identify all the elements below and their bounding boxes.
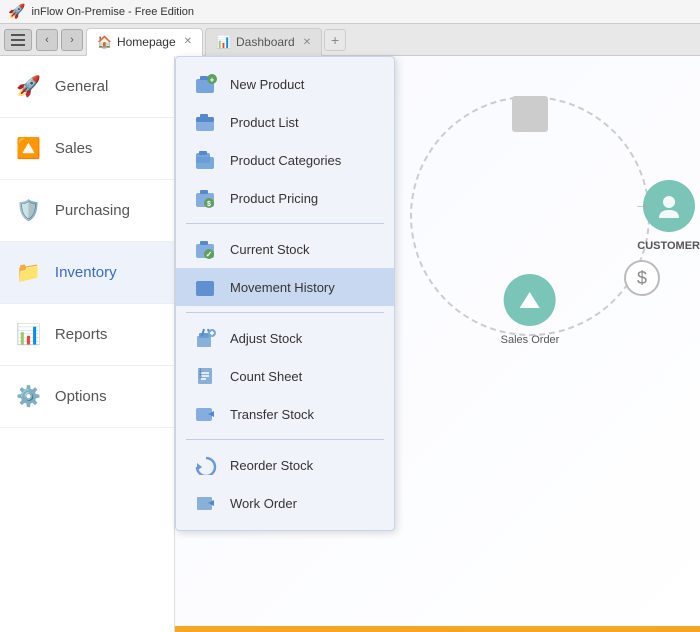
transfer-stock-icon [192,403,220,425]
product-pricing-icon: $ [192,187,220,209]
homepage-tab-label: Homepage [117,35,176,49]
customer-label: CUSTOMER [637,240,700,252]
reorder-stock-icon [192,454,220,476]
sidebar-label-sales: Sales [55,140,93,157]
sidebar: 🚀 General 🔼 Sales 🛡️ Purchasing 📁 Invent… [0,56,175,632]
sidebar-item-purchasing[interactable]: 🛡️ Purchasing [0,180,174,242]
work-order-label: Work Order [230,496,297,511]
sidebar-item-inventory[interactable]: 📁 Inventory [0,242,174,304]
menu-item-new-product[interactable]: + New Product [176,65,394,103]
divider-1 [186,223,384,224]
diagram-node-dollar: $ [624,260,660,296]
new-product-label: New Product [230,77,304,92]
menu-item-movement-history[interactable]: Movement History [176,268,394,306]
work-order-icon [192,492,220,514]
diagram-node-top [512,96,548,132]
product-categories-icon [192,149,220,171]
inventory-icon: 📁 [16,260,41,285]
current-stock-label: Current Stock [230,242,309,257]
product-list-label: Product List [230,115,299,130]
diagram-arrow: → [634,196,650,214]
transfer-stock-label: Transfer Stock [230,407,314,422]
forward-button[interactable]: › [61,29,83,51]
inventory-dropdown-menu: + New Product Product List [175,56,395,531]
options-icon: ⚙️ [16,384,41,409]
menu-item-adjust-stock[interactable]: Adjust Stock [176,319,394,357]
svg-text:+: + [210,76,215,85]
diagram-node-sales-order: Sales Order [501,274,560,346]
new-tab-button[interactable]: + [324,29,346,51]
sidebar-item-reports[interactable]: 📊 Reports [0,304,174,366]
sales-icon: 🔼 [16,136,41,161]
count-sheet-label: Count Sheet [230,369,302,384]
menu-item-product-pricing[interactable]: $ Product Pricing [176,179,394,217]
title-bar: 🚀 inFlow On-Premise - Free Edition [0,0,700,24]
menu-item-transfer-stock[interactable]: Transfer Stock [176,395,394,433]
tab-dashboard[interactable]: 📊 Dashboard ✕ [205,28,322,56]
orange-accent-bar [175,626,700,632]
menu-item-reorder-stock[interactable]: Reorder Stock [176,446,394,484]
reports-icon: 📊 [16,322,41,347]
app-icon: 🚀 [8,3,25,20]
menu-item-product-list[interactable]: Product List [176,103,394,141]
general-icon: 🚀 [16,74,41,99]
sidebar-label-inventory: Inventory [55,264,117,281]
app-title: inFlow On-Premise - Free Edition [31,6,194,18]
dashboard-tab-icon: 📊 [216,35,231,49]
reorder-stock-label: Reorder Stock [230,458,313,473]
menu-item-count-sheet[interactable]: 1 2 3 Count Sheet [176,357,394,395]
tab-homepage[interactable]: 🏠 Homepage ✕ [86,28,203,56]
product-categories-label: Product Categories [230,153,341,168]
movement-history-label: Movement History [230,280,335,295]
sales-order-label: Sales Order [501,334,560,346]
svg-text:✓: ✓ [206,250,213,259]
main-layout: 🚀 General 🔼 Sales 🛡️ Purchasing 📁 Invent… [0,56,700,632]
homepage-tab-close[interactable]: ✕ [184,36,192,47]
sidebar-label-reports: Reports [55,326,108,343]
menu-item-product-categories[interactable]: Product Categories [176,141,394,179]
svg-text:3: 3 [199,374,202,380]
product-list-icon [192,111,220,133]
adjust-stock-icon [192,327,220,349]
menu-item-work-order[interactable]: Work Order [176,484,394,522]
menu-button[interactable] [4,29,32,51]
dashboard-tab-label: Dashboard [236,35,295,49]
dashboard-tab-close[interactable]: ✕ [303,37,311,48]
sidebar-item-options[interactable]: ⚙️ Options [0,366,174,428]
new-product-icon: + [192,73,220,95]
diagram-node-customer: CUSTOMER [637,180,700,252]
svg-text:$: $ [207,201,211,208]
homepage-tab-icon: 🏠 [97,35,112,49]
movement-history-icon [192,276,220,298]
adjust-stock-label: Adjust Stock [230,331,302,346]
sidebar-label-general: General [55,78,108,95]
workflow-diagram: Sales Order CUSTOMER $ → [390,76,670,356]
divider-2 [186,312,384,313]
sidebar-label-options: Options [55,388,107,405]
back-button[interactable]: ‹ [36,29,58,51]
divider-3 [186,439,384,440]
purchasing-icon: 🛡️ [16,198,41,223]
sidebar-label-purchasing: Purchasing [55,202,130,219]
sidebar-item-sales[interactable]: 🔼 Sales [0,118,174,180]
tab-bar: ‹ › 🏠 Homepage ✕ 📊 Dashboard ✕ + [0,24,700,56]
product-pricing-label: Product Pricing [230,191,318,206]
menu-item-current-stock[interactable]: ✓ Current Stock [176,230,394,268]
sidebar-item-general[interactable]: 🚀 General [0,56,174,118]
count-sheet-icon: 1 2 3 [192,365,220,387]
current-stock-icon: ✓ [192,238,220,260]
